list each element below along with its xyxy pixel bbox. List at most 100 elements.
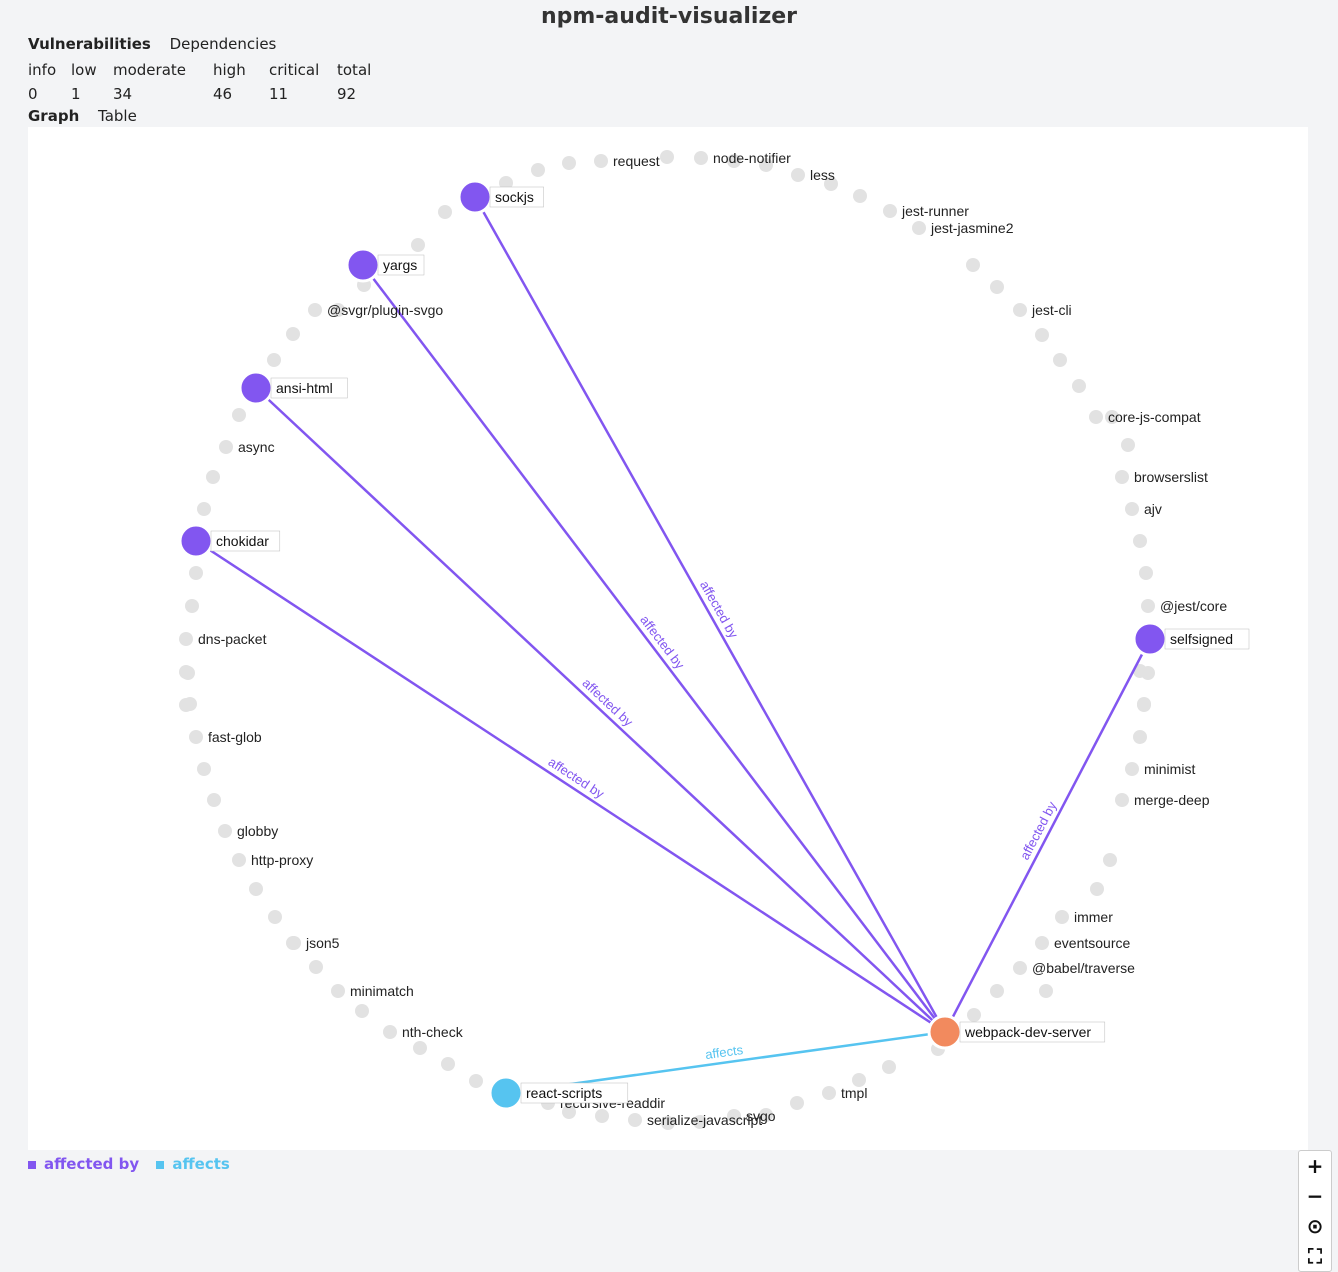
severity-header: total [337, 61, 372, 79]
view-tabs: Graph Table [28, 107, 151, 125]
edge-label: affects [704, 1042, 744, 1062]
node-label: core-js-compat [1108, 409, 1201, 425]
node-label: globby [237, 823, 278, 839]
node-label: jest-jasmine2 [930, 220, 1014, 236]
top-tabs: Vulnerabilities Dependencies [28, 35, 290, 53]
node-label: react-scripts [526, 1085, 602, 1101]
severity-count: 92 [337, 85, 357, 103]
severity-header: low [71, 61, 97, 79]
node-label: node-notifier [713, 150, 791, 166]
graph-node [822, 1086, 836, 1100]
severity-count: 11 [269, 85, 289, 103]
graph-node [383, 1025, 397, 1039]
recenter-button[interactable]: ⊙ [1299, 1211, 1331, 1241]
node-label: jest-cli [1031, 302, 1072, 318]
dependency-graph[interactable]: affected by affected by affected by affecte… [28, 127, 1332, 1272]
zoom-in-button[interactable]: + [1299, 1151, 1331, 1181]
graph-node [1055, 910, 1069, 924]
edge-affected-by [195, 539, 946, 1034]
graph-node [179, 665, 193, 679]
app-title: npm-audit-visualizer [540, 4, 798, 29]
severity-header: high [213, 61, 246, 79]
graph-node [413, 1041, 427, 1055]
graph-node [1072, 379, 1086, 393]
legend-affects: affects [156, 1155, 230, 1173]
node-label: @jest/core [1160, 598, 1227, 614]
node-label: selfsigned [1170, 631, 1233, 647]
node-label: minimatch [350, 983, 414, 999]
legend-swatch [156, 1160, 165, 1169]
tab-dependencies[interactable]: Dependencies [170, 35, 277, 53]
severity-count: 46 [213, 85, 233, 103]
graph-node [308, 303, 322, 317]
graph-node-highlight [457, 179, 493, 215]
graph-node [355, 1004, 369, 1018]
node-label: sockjs [495, 189, 534, 205]
severity-header: info [28, 61, 57, 79]
edge-label: affected by [546, 754, 608, 802]
node-label: json5 [305, 935, 340, 951]
graph-node [853, 189, 867, 203]
edge-label: affected by [579, 675, 636, 730]
graph-node [1115, 793, 1129, 807]
graph-node [469, 1074, 483, 1088]
node-label: yargs [383, 257, 417, 273]
severity-header: moderate [113, 61, 187, 79]
node-label: async [238, 439, 275, 455]
graph-node [628, 1113, 642, 1127]
severity-count: 0 [28, 85, 38, 103]
graph-node [206, 470, 220, 484]
node-label: dns-packet [198, 631, 267, 647]
node-label: immer [1074, 909, 1113, 925]
graph-node [441, 1057, 455, 1071]
node-label: chokidar [216, 533, 269, 549]
graph-node [791, 168, 805, 182]
graph-node [1121, 438, 1135, 452]
graph-node [207, 793, 221, 807]
graph-node [531, 163, 545, 177]
graph-node [197, 502, 211, 516]
graph-node [1103, 853, 1117, 867]
graph-node [966, 258, 980, 272]
node-label: @babel/traverse [1032, 960, 1135, 976]
graph-node [790, 1096, 804, 1110]
severity-table: info low moderate high critical total 0 … [24, 58, 375, 106]
tab-table[interactable]: Table [98, 107, 137, 125]
tab-vulnerabilities[interactable]: Vulnerabilities [28, 35, 151, 53]
graph-node [197, 762, 211, 776]
graph-node [1035, 936, 1049, 950]
graph-node [189, 566, 203, 580]
graph-node [967, 1008, 981, 1022]
graph-canvas[interactable]: affected byaffected byaffected byaffecte… [28, 127, 1308, 1150]
graph-node [232, 853, 246, 867]
graph-node [1125, 502, 1139, 516]
zoom-out-button[interactable]: − [1299, 1181, 1331, 1211]
graph-node-highlight [238, 370, 274, 406]
graph-node [179, 632, 193, 646]
tab-graph[interactable]: Graph [28, 107, 79, 125]
graph-node [189, 730, 203, 744]
graph-node [331, 984, 345, 998]
graph-node [1133, 534, 1147, 548]
graph-node [1133, 730, 1147, 744]
node-label: fast-glob [208, 729, 262, 745]
graph-node-highlight [345, 247, 381, 283]
node-label: minimist [1144, 761, 1195, 777]
graph-node-highlight [927, 1014, 963, 1050]
graph-node [990, 984, 1004, 998]
graph-node [990, 280, 1004, 294]
zoom-controls: + − ⊙ ⛶ [1298, 1150, 1332, 1272]
graph-node [883, 204, 897, 218]
graph-node [1141, 666, 1155, 680]
node-label: jest-runner [901, 203, 969, 219]
severity-header: critical [269, 61, 320, 79]
graph-node [183, 697, 197, 711]
graph-node [249, 882, 263, 896]
graph-node [1035, 328, 1049, 342]
fullscreen-button[interactable]: ⛶ [1299, 1241, 1331, 1271]
graph-node [438, 205, 452, 219]
legend-affected-by: affected by [28, 1155, 144, 1173]
node-label: tmpl [841, 1085, 867, 1101]
graph-node [912, 221, 926, 235]
graph-node [1137, 698, 1151, 712]
